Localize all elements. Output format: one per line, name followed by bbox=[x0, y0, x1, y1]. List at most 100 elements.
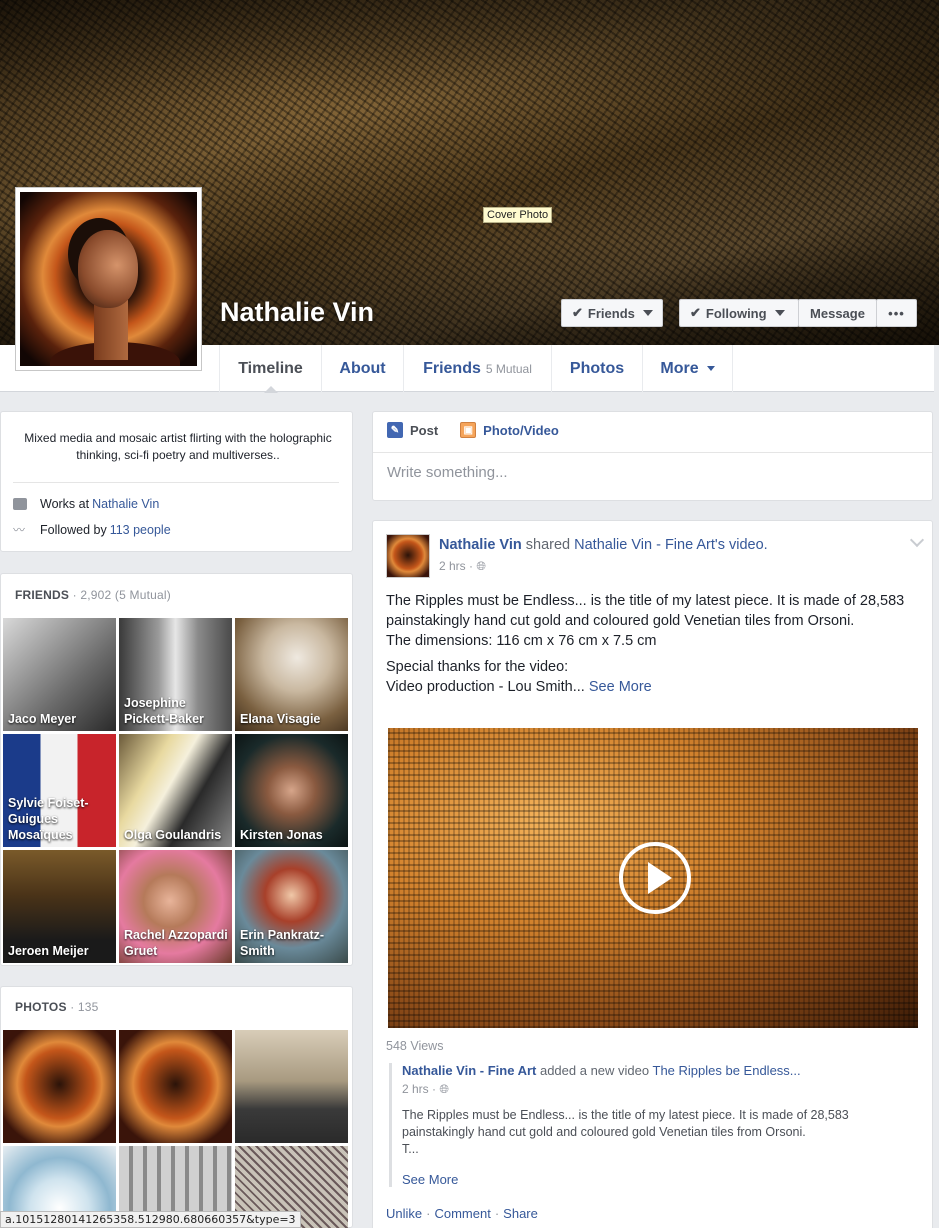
avatar-face bbox=[78, 230, 138, 308]
shared-time: 2 hrs · bbox=[402, 1082, 437, 1096]
shared-video-link[interactable]: The Ripples be Endless... bbox=[653, 1063, 801, 1078]
post-author-avatar[interactable] bbox=[386, 534, 430, 578]
post-author-link[interactable]: Nathalie Vin bbox=[439, 537, 522, 553]
browser-status-url: a.10151280141265358.512980.680660357&typ… bbox=[0, 1211, 301, 1228]
followed-by-prefix: Followed by bbox=[40, 523, 107, 537]
globe-icon: 🌐︎ bbox=[439, 1082, 449, 1096]
post-line-text: Video production - Lou Smith... bbox=[386, 679, 589, 695]
friend-tile[interactable]: Jeroen Meijer bbox=[3, 850, 116, 963]
message-button[interactable]: Message bbox=[798, 299, 877, 327]
check-icon: ✔ bbox=[690, 305, 701, 320]
play-icon[interactable] bbox=[619, 842, 691, 914]
tab-timeline-label: Timeline bbox=[238, 359, 303, 377]
photo-tile[interactable] bbox=[235, 1030, 348, 1143]
profile-name[interactable]: Nathalie Vin bbox=[220, 297, 374, 328]
intro-card: Mixed media and mosaic artist flirting w… bbox=[0, 411, 353, 552]
profile-picture[interactable] bbox=[15, 187, 202, 371]
timeline-post: Nathalie Vin shared Nathalie Vin - Fine … bbox=[372, 520, 933, 1228]
friend-name: Erin Pankratz-Smith bbox=[240, 928, 325, 958]
more-options-button[interactable]: ••• bbox=[876, 299, 917, 327]
friend-tile[interactable]: Jaco Meyer bbox=[3, 618, 116, 731]
chevron-down-icon[interactable] bbox=[909, 532, 925, 548]
shared-timestamp[interactable]: 2 hrs · 🌐︎ bbox=[402, 1082, 919, 1097]
post-line: The Ripples must be Endless... is the ti… bbox=[386, 593, 905, 629]
post-line: The dimensions: 116 cm x 76 cm x 7.5 cm bbox=[386, 633, 657, 649]
friend-tile[interactable]: Kirsten Jonas bbox=[235, 734, 348, 847]
unlike-link[interactable]: Unlike bbox=[386, 1206, 422, 1221]
composer-post-tab[interactable]: ✎ Post bbox=[387, 422, 438, 438]
intro-bio: Mixed media and mosaic artist flirting w… bbox=[24, 431, 332, 462]
photos-title: PHOTOS bbox=[15, 1000, 67, 1014]
friends-card: FRIENDS · 2,902 (5 Mutual) Jaco Meyer Jo… bbox=[0, 573, 353, 966]
tab-photos[interactable]: Photos bbox=[551, 345, 642, 392]
divider bbox=[13, 482, 339, 483]
friends-section-title[interactable]: FRIENDS · 2,902 (5 Mutual) bbox=[15, 588, 171, 602]
tab-about[interactable]: About bbox=[321, 345, 403, 392]
composer-tabs: ✎ Post ▣ Photo/Video bbox=[387, 422, 559, 438]
more-dots-icon: ••• bbox=[888, 305, 905, 321]
shared-see-more-link[interactable]: See More bbox=[402, 1172, 919, 1187]
photo-tile[interactable] bbox=[119, 1030, 232, 1143]
photos-section-title[interactable]: PHOTOS · 135 bbox=[15, 1000, 99, 1014]
friend-name: Olga Goulandris bbox=[124, 828, 222, 842]
composer-photo-video-label: Photo/Video bbox=[483, 422, 559, 438]
friends-button[interactable]: ✔ Friends bbox=[561, 299, 663, 327]
friend-tile[interactable]: Rachel Azzopardi Gruet bbox=[119, 850, 232, 963]
photo-tile[interactable] bbox=[3, 1030, 116, 1143]
following-button-label: Following bbox=[705, 305, 767, 321]
followed-by-row: 〰 Followed by 113 people bbox=[13, 523, 171, 537]
post-actions: Unlike · Comment · Share bbox=[386, 1206, 538, 1221]
composer-input[interactable]: Write something... bbox=[387, 464, 508, 481]
check-icon: ✔ bbox=[572, 305, 583, 320]
post-page-link[interactable]: Nathalie Vin - Fine Art bbox=[574, 537, 715, 553]
briefcase-icon bbox=[13, 498, 27, 510]
friend-name: Jaco Meyer bbox=[8, 712, 77, 726]
followers-link[interactable]: 113 people bbox=[110, 523, 171, 537]
friend-name: Rachel Azzopardi Gruet bbox=[124, 928, 228, 958]
tab-friends-mutual: 5 Mutual bbox=[485, 361, 532, 376]
post-composer: ✎ Post ▣ Photo/Video Write something... bbox=[372, 411, 933, 501]
globe-icon: 🌐︎ bbox=[476, 559, 486, 573]
photos-grid bbox=[3, 1030, 348, 1228]
photos-card: PHOTOS · 135 bbox=[0, 986, 353, 1228]
friend-tile[interactable]: Erin Pankratz-Smith bbox=[235, 850, 348, 963]
friend-name: Elana Visagie bbox=[240, 712, 321, 726]
works-at-prefix: Works at bbox=[40, 497, 90, 511]
divider bbox=[373, 452, 932, 453]
post-time: 2 hrs · bbox=[439, 559, 474, 573]
shared-page-link[interactable]: Nathalie Vin - Fine Art bbox=[402, 1063, 536, 1078]
cover-photo-tooltip: Cover Photo bbox=[483, 207, 553, 223]
video-player[interactable] bbox=[388, 728, 918, 1028]
tab-more[interactable]: More bbox=[642, 345, 733, 392]
composer-photo-video-tab[interactable]: ▣ Photo/Video bbox=[460, 422, 559, 438]
tab-friends[interactable]: Friends 5 Mutual bbox=[403, 345, 551, 392]
post-verb: shared bbox=[521, 537, 575, 553]
shared-text-line: T... bbox=[402, 1142, 419, 1156]
friend-tile[interactable]: Elana Visagie bbox=[235, 618, 348, 731]
share-link[interactable]: Share bbox=[503, 1206, 538, 1221]
works-at-row: Works at Nathalie Vin bbox=[13, 497, 159, 511]
message-button-label: Message bbox=[810, 305, 865, 321]
friend-tile[interactable]: Sylvie Foiset-Guigues Mosaïques bbox=[3, 734, 116, 847]
friends-title: FRIENDS bbox=[15, 588, 70, 602]
post-text: The Ripples must be Endless... is the ti… bbox=[386, 591, 921, 697]
caret-down-icon bbox=[706, 366, 715, 371]
friends-count: · 2,902 (5 Mutual) bbox=[69, 588, 171, 602]
post-timestamp[interactable]: 2 hrs · 🌐︎ bbox=[439, 559, 486, 574]
friend-name: Kirsten Jonas bbox=[240, 828, 323, 842]
tab-about-label: About bbox=[339, 359, 386, 377]
works-at-link[interactable]: Nathalie Vin bbox=[92, 497, 159, 511]
friend-tile[interactable]: Olga Goulandris bbox=[119, 734, 232, 847]
see-more-link[interactable]: See More bbox=[589, 679, 652, 695]
tab-timeline[interactable]: Timeline bbox=[219, 345, 321, 393]
profile-picture-image bbox=[20, 192, 197, 366]
post-suffix: 's video. bbox=[714, 537, 768, 553]
tab-more-label: More bbox=[660, 359, 699, 377]
following-button[interactable]: ✔ Following bbox=[679, 299, 799, 327]
shared-attachment: Nathalie Vin - Fine Art added a new vide… bbox=[389, 1063, 919, 1187]
caret-down-icon bbox=[774, 310, 785, 316]
post-line: Special thanks for the video: bbox=[386, 659, 569, 675]
post-header: Nathalie Vin shared Nathalie Vin - Fine … bbox=[439, 537, 768, 553]
friend-tile[interactable]: Josephine Pickett-Baker bbox=[119, 618, 232, 731]
comment-link[interactable]: Comment bbox=[434, 1206, 490, 1221]
